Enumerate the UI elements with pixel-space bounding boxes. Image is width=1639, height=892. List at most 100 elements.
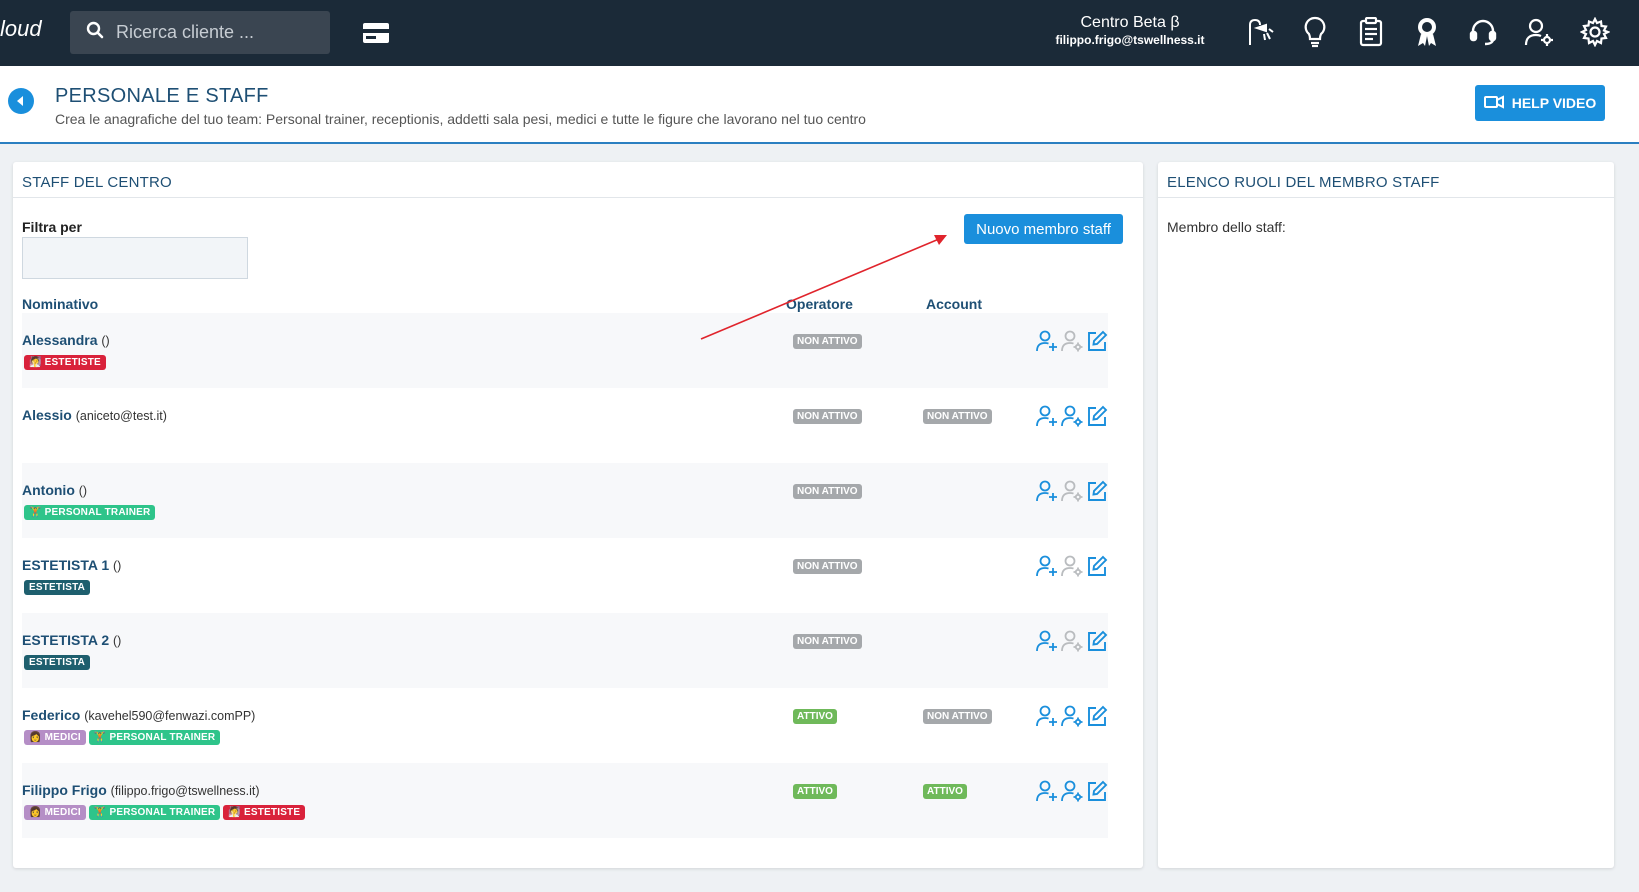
role-tag: ESTETISTA [24,580,91,595]
lightbulb-icon[interactable] [1298,15,1332,49]
table-row[interactable]: Alessio (aniceto@test.it) NON ATTIVO NON A… [22,388,1108,463]
filter-label: Filtra per [22,219,82,235]
user-settings-icon[interactable] [1061,555,1083,577]
add-user-icon[interactable] [1036,405,1058,427]
role-tag: 👩 MEDICI [24,730,86,745]
user-settings-icon[interactable] [1061,405,1083,427]
edit-icon[interactable] [1086,330,1108,352]
card-icon[interactable] [362,22,390,49]
clipboard-icon[interactable] [1354,15,1388,49]
staff-email: () [78,484,88,498]
role-tag: 🧖 ESTETISTE [223,805,306,820]
role-tag-label: PERSONAL TRAINER [44,507,151,518]
page-header: PERSONALE E STAFF Crea le anagrafiche de… [0,66,1639,144]
staff-email: (aniceto@test.it) [75,409,167,423]
edit-icon[interactable] [1086,630,1108,652]
headset-icon[interactable] [1466,15,1500,49]
award-icon[interactable] [1410,15,1444,49]
staff-panel-title: STAFF DEL CENTRO [13,162,1143,198]
user-settings-icon[interactable] [1061,630,1083,652]
edit-icon[interactable] [1086,705,1108,727]
role-icon: 🧖 [228,807,241,818]
role-tags: ESTETISTA [24,580,91,595]
staff-name[interactable]: Alessio (aniceto@test.it) [22,407,167,423]
edit-icon[interactable] [1086,555,1108,577]
page-title: PERSONALE E STAFF [55,85,269,107]
staff-list: Alessandra () 🧖 ESTETISTE NON ATTIVO Alessio… [22,313,1108,838]
table-row[interactable]: Alessandra () 🧖 ESTETISTE NON ATTIVO [22,313,1108,388]
video-camera-icon [1483,94,1504,112]
staff-name[interactable]: Filippo Frigo (filippo.frigo@tswellness.… [22,782,260,798]
client-search[interactable] [70,11,330,54]
role-tag-label: ESTETISTA [29,657,86,668]
staff-name[interactable]: Federico (kavehel590@fenwazi.comPP) [22,707,255,723]
staff-name[interactable]: ESTETISTA 1 () [22,557,121,573]
operator-status-badge: NON ATTIVO [793,559,862,574]
shower-icon[interactable] [1242,15,1276,49]
user-settings-icon[interactable] [1061,330,1083,352]
user-settings-icon[interactable] [1061,780,1083,802]
role-tags: 👩 MEDICI 🏋 PERSONAL TRAINER [24,730,221,745]
edit-icon[interactable] [1086,780,1108,802]
role-tag: ESTETISTA [24,655,91,670]
new-staff-member-button[interactable]: Nuovo membro staff [964,214,1123,244]
table-row[interactable]: ESTETISTA 1 () ESTETISTA NON ATTIVO [22,538,1108,613]
staff-email: (kavehel590@fenwazi.comPP) [84,709,256,723]
column-header-name: Nominativo [22,296,99,312]
operator-status-badge: ATTIVO [793,709,837,724]
role-icon: 👩 [29,807,42,818]
center-name: Centro Beta β [1080,14,1180,31]
app-logo[interactable]: loud [0,16,42,42]
add-user-icon[interactable] [1036,480,1058,502]
row-actions [1036,405,1108,427]
add-user-icon[interactable] [1036,630,1058,652]
user-cog-icon[interactable] [1522,15,1556,49]
table-row[interactable]: ESTETISTA 2 () ESTETISTA NON ATTIVO [22,613,1108,688]
table-row[interactable]: Filippo Frigo (filippo.frigo@tswellness.… [22,763,1108,838]
staff-name-text: Alessio [22,407,72,423]
help-video-label: HELP VIDEO [1511,95,1597,111]
role-tag-label: PERSONAL TRAINER [109,807,216,818]
table-row[interactable]: Federico (kavehel590@fenwazi.comPP) 👩 MEDI… [22,688,1108,763]
staff-name-text: Alessandra [22,332,98,348]
edit-icon[interactable] [1086,480,1108,502]
role-tags: 🏋 PERSONAL TRAINER [24,505,156,520]
staff-name[interactable]: Antonio () [22,482,87,498]
operator-status-badge: ATTIVO [793,784,837,799]
account-status-badge: NON ATTIVO [923,409,992,424]
staff-name[interactable]: Alessandra () [22,332,110,348]
role-tag: 🏋 PERSONAL TRAINER [24,505,156,520]
add-user-icon[interactable] [1036,780,1058,802]
role-icon: 🏋 [93,807,107,818]
row-actions [1036,780,1108,802]
edit-icon[interactable] [1086,405,1108,427]
add-user-icon[interactable] [1036,555,1058,577]
back-button[interactable] [8,88,34,114]
role-icon: 🏋 [93,732,107,743]
search-input[interactable] [116,22,316,43]
add-user-icon[interactable] [1036,705,1058,727]
filter-input[interactable] [22,237,248,279]
add-user-icon[interactable] [1036,330,1058,352]
staff-member-label: Membro dello staff: [1167,219,1286,235]
role-icon: 🧖 [29,357,42,368]
table-row[interactable]: Antonio () 🏋 PERSONAL TRAINER NON ATTIVO [22,463,1108,538]
role-tag: 👩 MEDICI [24,805,86,820]
staff-name-text: Federico [22,707,81,723]
staff-email: () [113,559,122,573]
role-tag: 🧖 ESTETISTE [24,355,106,370]
page-subtitle: Crea le anagrafiche del tuo team: Person… [55,111,866,127]
roles-panel: ELENCO RUOLI DEL MEMBRO STAFF Membro del… [1158,162,1614,868]
settings-icon[interactable] [1578,15,1612,49]
account-status-badge: ATTIVO [923,784,967,799]
role-tag: 🏋 PERSONAL TRAINER [88,805,221,820]
role-icon: 👩 [29,732,42,743]
user-settings-icon[interactable] [1061,705,1083,727]
staff-name[interactable]: ESTETISTA 2 () [22,632,121,648]
help-video-button[interactable]: HELP VIDEO [1475,85,1605,121]
user-settings-icon[interactable] [1061,480,1083,502]
role-tags: 🧖 ESTETISTE [24,355,106,370]
row-actions [1036,555,1108,577]
center-info[interactable]: Centro Beta β filippo.frigo@tswellness.i… [1040,14,1220,47]
row-actions [1036,705,1108,727]
